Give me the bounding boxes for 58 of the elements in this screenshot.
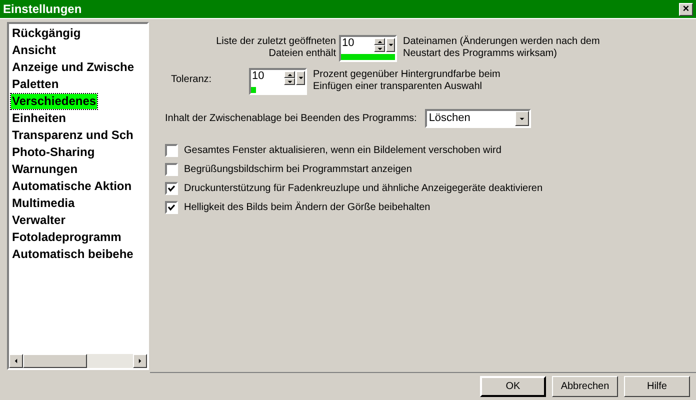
scroll-left-button[interactable] [9, 354, 23, 368]
field-label: Dateien enthält [268, 48, 336, 60]
category-item[interactable]: Photo-Sharing [11, 145, 96, 160]
checkbox-label: Helligkeit des Bilds beim Ändern der Görße beibehalten [183, 200, 430, 215]
checkmark-icon [168, 204, 175, 211]
spin-down-button[interactable] [284, 78, 295, 85]
category-item[interactable]: Automatische Aktion [11, 179, 133, 194]
category-item[interactable]: Einheiten [11, 111, 68, 126]
down-arrow-icon [518, 116, 525, 120]
spin-menu-button[interactable] [386, 38, 395, 52]
dropdown-button[interactable] [514, 111, 529, 126]
dialog-button[interactable]: Abbrechen [552, 376, 618, 397]
field-label: Inhalt der Zwischenablage bei Beenden des Programms: [165, 112, 418, 126]
number-spinner[interactable]: 10 [339, 35, 397, 62]
checkbox-label: Begrüßungsbildschirm bei Programmstart anzeigen [183, 163, 412, 177]
category-item[interactable]: Paletten [11, 77, 60, 92]
checkbox-label: Druckunterstützung für Fadenkreuzlupe und ähnliche Anzeigegeräte deaktivieren [183, 182, 543, 196]
left-arrow-icon [14, 358, 18, 364]
category-item[interactable]: Transparenz und Sch [11, 128, 134, 143]
window-title: Einstellungen [3, 1, 82, 18]
horizontal-scrollbar[interactable] [9, 354, 147, 368]
checkbox[interactable] [165, 163, 178, 176]
checkmark-icon [168, 185, 175, 192]
up-arrow-icon [286, 72, 292, 76]
category-item[interactable]: Anzeige und Zwische [11, 60, 136, 75]
field-label: Liste der zuletzt geöffneten [216, 36, 336, 48]
checkbox[interactable] [165, 182, 178, 195]
dialog-button[interactable]: Hilfe [624, 376, 690, 397]
spinner-value: 10 [251, 70, 266, 84]
checkbox[interactable] [165, 201, 178, 214]
up-arrow-icon [376, 40, 382, 44]
checkbox[interactable] [165, 144, 178, 157]
category-item[interactable]: Automatisch beibehe [11, 247, 134, 262]
category-item[interactable]: Verwalter [11, 213, 66, 228]
category-item[interactable]: Ansicht [11, 43, 58, 58]
checkbox-label: Gesamtes Fenster aktualisieren, wenn ein Bildelement verschoben wird [183, 144, 502, 158]
clipboard-dropdown[interactable]: Löschen [424, 109, 531, 128]
category-item[interactable]: Fotoladeprogramm [11, 230, 122, 245]
spin-up-button[interactable] [374, 38, 385, 45]
category-item[interactable]: Rückgängig [11, 26, 82, 41]
category-item[interactable]: Multimedia [11, 196, 76, 211]
field-description: Neustart des Programms wirksam) [403, 48, 558, 60]
number-spinner[interactable]: 10 [249, 68, 307, 95]
scroll-right-button[interactable] [133, 354, 147, 368]
field-label: Toleranz: [171, 74, 212, 86]
field-description: Prozent gegenüber Hintergrundfarbe beim [313, 69, 500, 81]
right-arrow-icon [138, 358, 142, 364]
scroll-thumb[interactable] [23, 354, 87, 368]
spinner-value: 10 [341, 37, 356, 51]
close-button[interactable]: × [679, 2, 693, 16]
category-item[interactable]: Verschiedenes [11, 94, 98, 109]
spin-up-button[interactable] [284, 71, 295, 78]
field-description: Dateinamen (Änderungen werden nach dem [403, 36, 600, 48]
dialog-button[interactable]: OK [480, 376, 546, 397]
category-item[interactable]: Warnungen [11, 162, 79, 177]
field-description: Einfügen einer transparenten Auswahl [313, 81, 484, 93]
spin-down-button[interactable] [374, 45, 385, 52]
spin-menu-button[interactable] [296, 71, 305, 85]
